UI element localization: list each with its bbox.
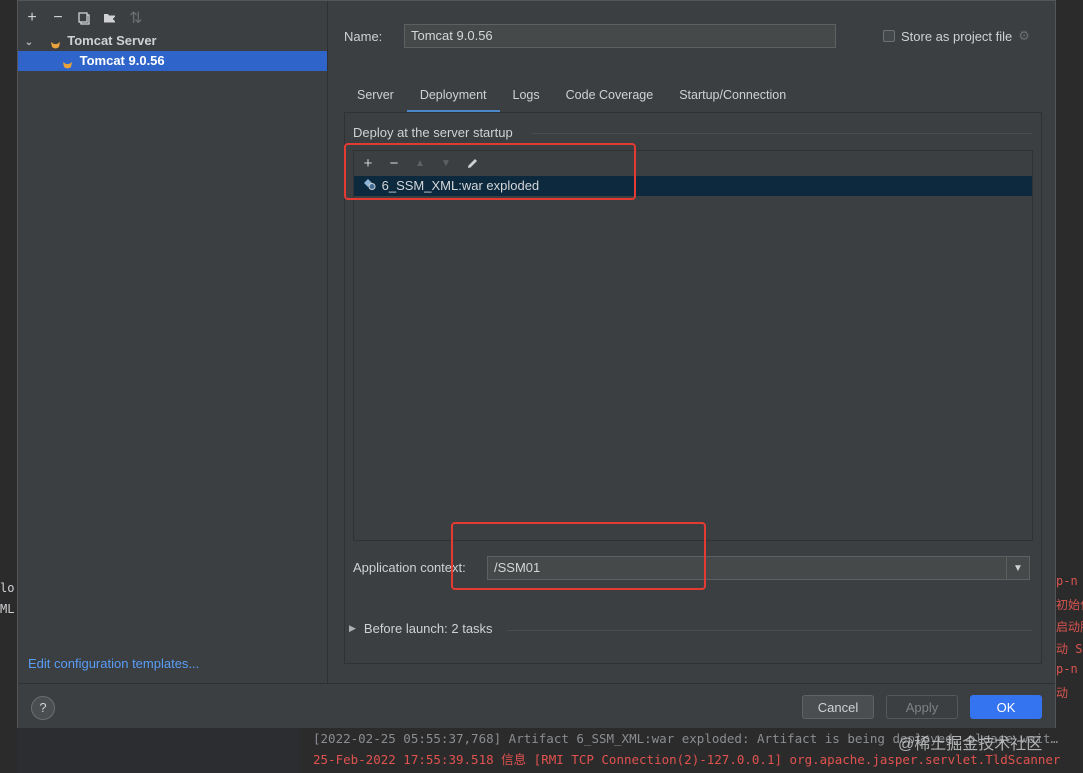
store-as-project-file-checkbox[interactable] [883,30,895,42]
sort-icon[interactable]: ⇅ [126,8,146,28]
section-divider [532,133,1032,134]
chevron-down-icon[interactable]: ⌄ [22,33,36,53]
folder-add-icon[interactable] [100,8,120,28]
ide-console-fragment: p-n [1056,574,1078,588]
ide-left-fragment: lo [0,581,15,595]
tree-group-tomcat-server[interactable]: ⌄ Tomcat Server [18,31,327,51]
tab-server[interactable]: Server [344,83,407,112]
section-title: Deploy at the server startup [353,125,513,140]
application-context-label: Application context: [353,560,466,575]
tab-code-coverage[interactable]: Code Coverage [553,83,667,112]
minus-icon[interactable]: − [48,8,68,28]
store-as-project-file-label: Store as project file [901,28,1013,44]
ide-console-fragment: 动 [1056,686,1069,700]
annotation-box [344,143,636,200]
tab-deployment[interactable]: Deployment [406,83,500,113]
ok-button[interactable]: OK [970,695,1042,719]
deployment-list [353,150,1033,541]
apply-button[interactable]: Apply [886,695,958,719]
name-label: Name: [344,29,383,44]
tomcat-icon [50,37,64,49]
name-field[interactable]: Tomcat 9.0.56 [404,24,836,48]
chevron-down-icon[interactable]: ▼ [1006,557,1029,579]
tree-item-label: Tomcat 9.0.56 [79,53,165,68]
edit-configuration-templates-link[interactable]: Edit configuration templates... [28,656,199,671]
tomcat-icon [62,57,76,69]
ide-console-fragment: p-n [1056,662,1078,676]
tab-bar: Server Deployment Logs Code Coverage Sta… [344,83,799,113]
annotation-box [451,522,706,590]
tab-startup-connection[interactable]: Startup/Connection [666,83,799,112]
tree-group-label: Tomcat Server [67,33,157,48]
ide-right-background: p-n 初始化 启动服 动 S p-n 动 [1056,0,1083,773]
tab-logs[interactable]: Logs [500,83,553,112]
store-as-project-file[interactable]: Store as project file ⚙ [883,28,1030,44]
tree-toolbar: + − ⇅ [22,8,146,28]
dialog-footer: ? Cancel Apply OK [18,683,1055,728]
configuration-tree-panel: + − ⇅ ⌄ Tomcat Server Tomcat 9.0.56 Edit… [18,1,328,683]
plus-icon[interactable]: + [22,8,42,28]
help-button[interactable]: ? [31,696,55,720]
chevron-right-icon[interactable]: ▶ [349,623,356,634]
ide-left-background: lo ML: [0,0,22,773]
cancel-button[interactable]: Cancel [802,695,874,719]
section-divider [507,630,1032,631]
ide-console-fragment: 启动服 [1056,620,1083,634]
watermark: @稀土掘金技术社区 [898,736,1043,753]
ide-console-fragment: 动 S [1056,642,1083,656]
before-launch-toggle[interactable]: ▶ Before launch: 2 tasks [349,621,493,636]
tree-item-tomcat-9056[interactable]: Tomcat 9.0.56 [18,51,327,71]
ide-console-fragment: 初始化 [1056,598,1083,612]
run-configuration-dialog: + − ⇅ ⌄ Tomcat Server Tomcat 9.0.56 Edit… [17,0,1056,728]
gear-icon[interactable]: ⚙ [1018,28,1030,44]
copy-icon[interactable] [74,8,94,28]
before-launch-label: Before launch: 2 tasks [363,621,493,636]
